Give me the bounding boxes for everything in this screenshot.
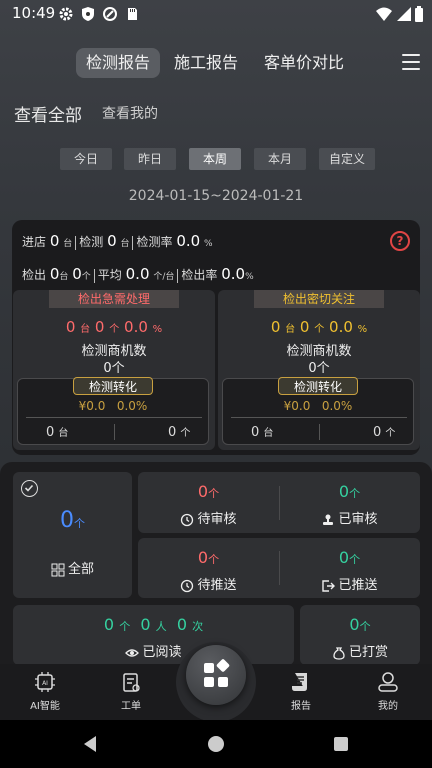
- urgent-conversion: 检测转化 ¥0.0 0.0% 0 台 0 个: [17, 377, 209, 445]
- tipped-box[interactable]: 0个 已打赏: [300, 605, 420, 665]
- pending-review-count[interactable]: 0个: [138, 482, 279, 501]
- read-label: 已阅读: [13, 641, 294, 660]
- pushed-count[interactable]: 0个: [279, 548, 420, 567]
- conversion-title: 检测转化: [278, 377, 358, 395]
- urgent-count: 0个: [103, 361, 125, 376]
- tipped-label: 已打赏: [300, 641, 420, 660]
- tab-price-compare[interactable]: 客单价对比: [254, 48, 354, 78]
- sd-card-icon: [124, 6, 140, 22]
- stamp-icon: [321, 513, 335, 527]
- home-icon[interactable]: [207, 735, 225, 753]
- conversion-units: 0 台: [251, 425, 274, 440]
- tab-detection-report[interactable]: 检测报告: [76, 48, 160, 78]
- pending-push-count[interactable]: 0个: [138, 548, 279, 567]
- read-box[interactable]: 0 个 0 人 0 次 已阅读: [13, 605, 294, 665]
- scroll-icon: [289, 670, 313, 694]
- read-counts: 0 个 0 人 0 次: [103, 615, 204, 634]
- conversion-title: 检测转化: [73, 377, 153, 395]
- check-circle-icon: [21, 480, 38, 497]
- conversion-items: 0 个: [373, 425, 396, 440]
- user-icon: [376, 670, 400, 694]
- nav-mine[interactable]: 我的: [358, 670, 418, 712]
- close-title: 检出密切关注: [254, 290, 384, 308]
- wifi-icon: [376, 6, 392, 22]
- urgent-card[interactable]: 检出急需处理 0 台 0 个 0.0 % 检测商机数 0个 检测转化 ¥0.0 …: [13, 290, 215, 450]
- home-fab[interactable]: [186, 645, 246, 705]
- close-values: 0 台 0 个 0.0 %: [270, 318, 368, 336]
- view-mine-button[interactable]: 查看我的: [102, 103, 158, 123]
- clipboard-icon: [119, 670, 143, 694]
- pushed-button[interactable]: 已推送: [279, 574, 420, 593]
- stats-row-1: 进店 0 台检测 0 台检测率 0.0 %: [22, 232, 213, 250]
- close-count: 0个: [308, 361, 330, 376]
- export-icon: [321, 579, 336, 593]
- eye-icon: [125, 646, 140, 660]
- period-yesterday[interactable]: 昨日: [124, 148, 176, 170]
- push-box: 0个 待推送 0个 已推送: [138, 538, 420, 598]
- close-attention-card[interactable]: 检出密切关注 0 台 0 个 0.0 % 检测商机数 0个 检测转化 ¥0.0 …: [218, 290, 420, 450]
- close-conversion: 检测转化 ¥0.0 0.0% 0 台 0 个: [222, 377, 414, 445]
- conversion-values: ¥0.0 0.0%: [78, 399, 148, 413]
- conversion-units: 0 台: [46, 425, 69, 440]
- system-nav-bar: [0, 720, 432, 768]
- clock-icon: [180, 513, 194, 527]
- shield-icon: [80, 6, 96, 22]
- apps-icon: [204, 659, 230, 687]
- review-box: 0个 待审核 0个 已审核: [138, 472, 420, 533]
- status-bar: 10:49: [0, 0, 432, 28]
- pending-review-button[interactable]: 待审核: [138, 508, 279, 527]
- date-range: 2024-01-15~2024-01-21: [128, 188, 304, 204]
- period-this-month[interactable]: 本月: [254, 148, 306, 170]
- conversion-values: ¥0.0 0.0%: [283, 399, 353, 413]
- nav-work-order[interactable]: 工单: [101, 670, 161, 712]
- help-icon[interactable]: ?: [390, 231, 410, 251]
- period-custom[interactable]: 自定义: [319, 148, 375, 170]
- reviewed-button[interactable]: 已审核: [279, 508, 420, 527]
- pending-push-button[interactable]: 待推送: [138, 574, 279, 593]
- settings-icon: [58, 6, 74, 22]
- report-tabs: 检测报告 施工报告 客单价对比: [76, 48, 354, 78]
- conversion-items: 0 个: [168, 425, 191, 440]
- urgent-values: 0 台 0 个 0.0 %: [65, 318, 163, 336]
- tipped-count: 0个: [349, 615, 371, 634]
- ai-chip-icon: AI: [33, 670, 57, 694]
- view-all-button[interactable]: 查看全部: [14, 101, 82, 126]
- signal-icon: [396, 6, 412, 22]
- all-tasks-count: 0个: [60, 508, 85, 533]
- money-bag-icon: [332, 646, 346, 660]
- back-icon[interactable]: [82, 735, 98, 753]
- stats-row-2: 检出 0台 0个 平均 0.0 个/台 检出率 0.0%: [22, 265, 254, 283]
- menu-icon[interactable]: [402, 54, 420, 72]
- status-time: 10:49: [12, 4, 56, 22]
- battery-icon: [414, 6, 424, 22]
- period-this-week[interactable]: 本周: [189, 148, 241, 170]
- svg-text:AI: AI: [42, 680, 48, 687]
- tab-construction-report[interactable]: 施工报告: [166, 48, 246, 78]
- all-tasks-label: 全部: [13, 558, 132, 577]
- vpn-icon: [102, 6, 118, 22]
- clock-icon: [180, 579, 194, 593]
- period-today[interactable]: 今日: [60, 148, 112, 170]
- all-tasks-box[interactable]: 0个 全部: [13, 472, 132, 598]
- reviewed-count[interactable]: 0个: [279, 482, 420, 501]
- urgent-title: 检出急需处理: [49, 290, 179, 308]
- grid-icon: [51, 563, 65, 577]
- recents-icon[interactable]: [333, 736, 349, 752]
- nav-report[interactable]: 报告: [271, 670, 331, 712]
- nav-ai[interactable]: AI AI智能: [15, 670, 75, 712]
